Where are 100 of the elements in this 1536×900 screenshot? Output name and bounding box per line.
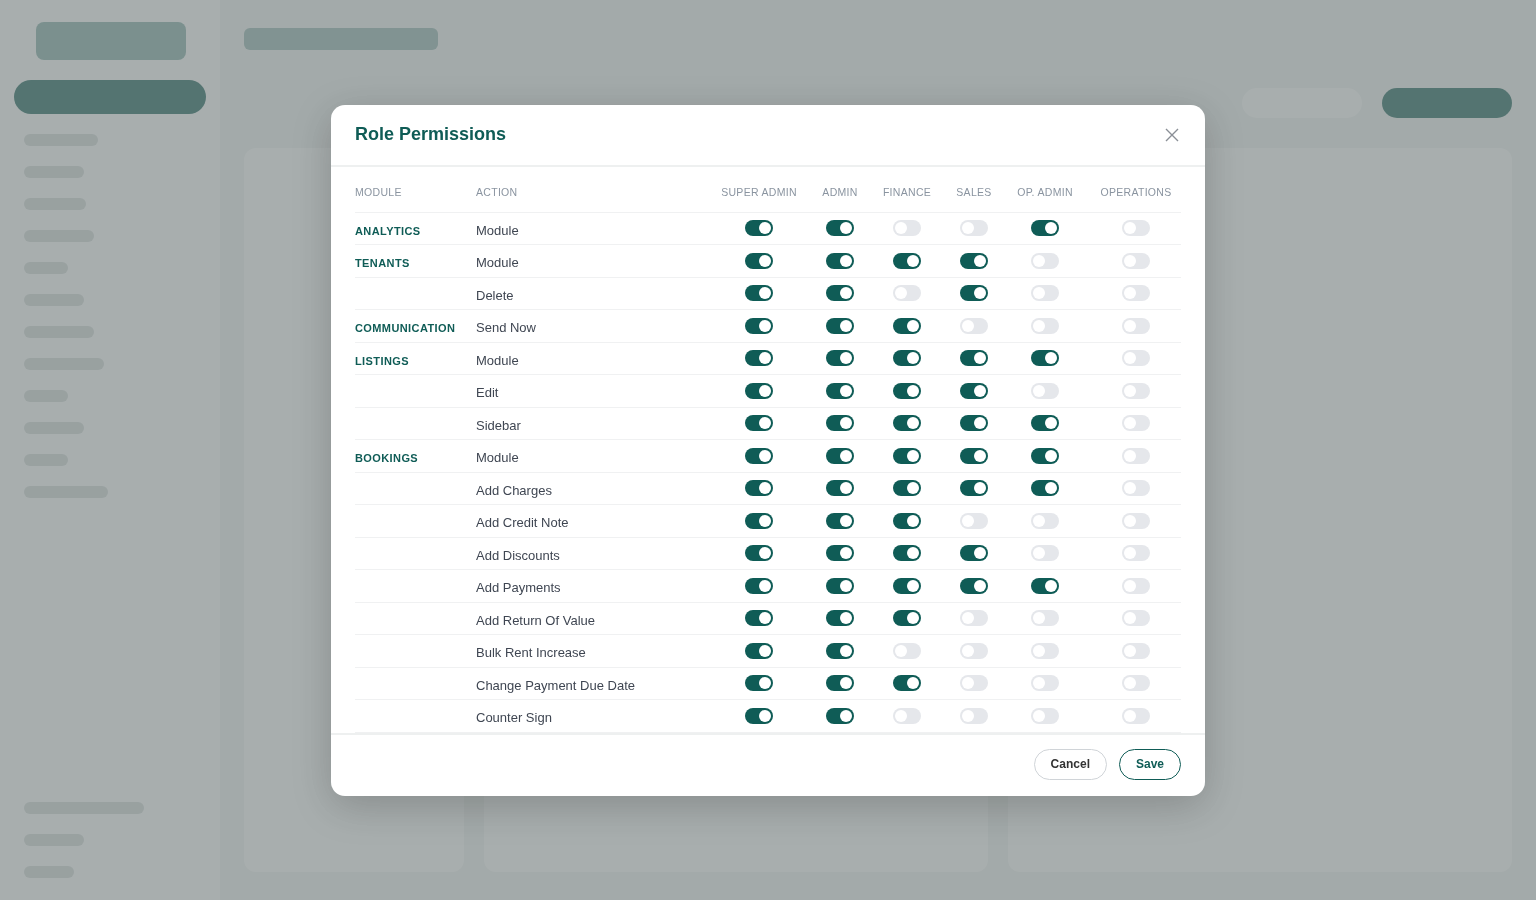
permission-toggle[interactable] [826,480,854,497]
permission-toggle[interactable] [893,642,921,659]
permission-toggle[interactable] [893,252,921,269]
permission-toggle[interactable] [960,577,988,594]
permission-toggle[interactable] [893,480,921,497]
permission-toggle[interactable] [745,350,773,367]
permission-toggle[interactable] [826,545,854,562]
permission-toggle[interactable] [1122,512,1150,529]
permission-toggle[interactable] [1031,642,1059,659]
permission-toggle[interactable] [893,577,921,594]
permission-toggle[interactable] [826,675,854,692]
permission-toggle[interactable] [1031,512,1059,529]
permission-toggle[interactable] [1122,577,1150,594]
permission-toggle[interactable] [960,447,988,464]
permission-toggle[interactable] [1122,480,1150,497]
permission-toggle[interactable] [893,350,921,367]
permission-toggle[interactable] [893,447,921,464]
permission-toggle[interactable] [1031,350,1059,367]
permission-toggle[interactable] [1031,220,1059,237]
permission-toggle[interactable] [745,382,773,399]
permission-toggle[interactable] [1031,675,1059,692]
permission-toggle[interactable] [1122,447,1150,464]
permission-toggle[interactable] [826,415,854,432]
permission-toggle[interactable] [1122,252,1150,269]
permission-toggle[interactable] [826,707,854,724]
permission-toggle[interactable] [1122,545,1150,562]
permission-toggle[interactable] [826,512,854,529]
permission-toggle[interactable] [745,220,773,237]
permission-toggle[interactable] [960,220,988,237]
permission-toggle[interactable] [893,382,921,399]
permission-toggle[interactable] [826,317,854,334]
permission-toggle[interactable] [826,447,854,464]
permission-toggle[interactable] [745,610,773,627]
permission-toggle[interactable] [1031,382,1059,399]
permission-toggle[interactable] [745,252,773,269]
permission-toggle[interactable] [1031,610,1059,627]
permission-toggle[interactable] [960,252,988,269]
permission-toggle[interactable] [745,577,773,594]
permission-toggle[interactable] [1031,285,1059,302]
permission-toggle[interactable] [960,675,988,692]
permission-toggle[interactable] [826,577,854,594]
permission-toggle[interactable] [893,707,921,724]
permission-toggle[interactable] [745,317,773,334]
permission-toggle[interactable] [1122,610,1150,627]
permission-toggle[interactable] [1031,480,1059,497]
permission-toggle[interactable] [1122,642,1150,659]
permission-toggle[interactable] [745,480,773,497]
permission-toggle[interactable] [893,220,921,237]
permission-toggle[interactable] [893,545,921,562]
permission-toggle[interactable] [826,382,854,399]
permission-toggle[interactable] [826,220,854,237]
permission-toggle[interactable] [1122,317,1150,334]
permission-toggle[interactable] [893,512,921,529]
permission-toggle[interactable] [960,642,988,659]
permission-toggle[interactable] [893,675,921,692]
permission-toggle[interactable] [745,545,773,562]
permission-toggle[interactable] [1031,577,1059,594]
permission-toggle[interactable] [960,707,988,724]
permission-toggle[interactable] [960,317,988,334]
permission-toggle[interactable] [745,285,773,302]
permission-toggle[interactable] [1031,252,1059,269]
permission-toggle[interactable] [745,512,773,529]
permission-toggle[interactable] [1122,285,1150,302]
permission-toggle[interactable] [893,610,921,627]
permission-toggle[interactable] [1122,382,1150,399]
permission-toggle[interactable] [960,512,988,529]
permission-toggle[interactable] [893,415,921,432]
permission-toggle[interactable] [1031,545,1059,562]
permission-toggle[interactable] [893,317,921,334]
permission-toggle[interactable] [960,285,988,302]
permission-toggle[interactable] [960,350,988,367]
cancel-button[interactable]: Cancel [1033,748,1107,780]
permission-toggle[interactable] [745,707,773,724]
save-button[interactable]: Save [1118,748,1181,780]
permission-toggle[interactable] [1122,220,1150,237]
permission-toggle[interactable] [1031,317,1059,334]
permission-toggle[interactable] [960,610,988,627]
action-name: Add Discounts [476,547,560,563]
permission-toggle[interactable] [745,415,773,432]
permission-toggle[interactable] [745,642,773,659]
permission-toggle[interactable] [745,447,773,464]
permission-toggle[interactable] [826,285,854,302]
permission-toggle[interactable] [1031,447,1059,464]
permission-toggle[interactable] [893,285,921,302]
permission-toggle[interactable] [826,350,854,367]
permission-toggle[interactable] [1122,415,1150,432]
permission-toggle[interactable] [1122,707,1150,724]
permission-toggle[interactable] [1031,707,1059,724]
action-name: Bulk Rent Increase [476,645,586,661]
permission-toggle[interactable] [1122,350,1150,367]
permission-toggle[interactable] [826,610,854,627]
permission-toggle[interactable] [1122,675,1150,692]
permission-toggle[interactable] [745,675,773,692]
permission-toggle[interactable] [960,480,988,497]
permission-toggle[interactable] [1031,415,1059,432]
permission-toggle[interactable] [826,252,854,269]
permission-toggle[interactable] [960,382,988,399]
permission-toggle[interactable] [960,415,988,432]
permission-toggle[interactable] [960,545,988,562]
permission-toggle[interactable] [826,642,854,659]
